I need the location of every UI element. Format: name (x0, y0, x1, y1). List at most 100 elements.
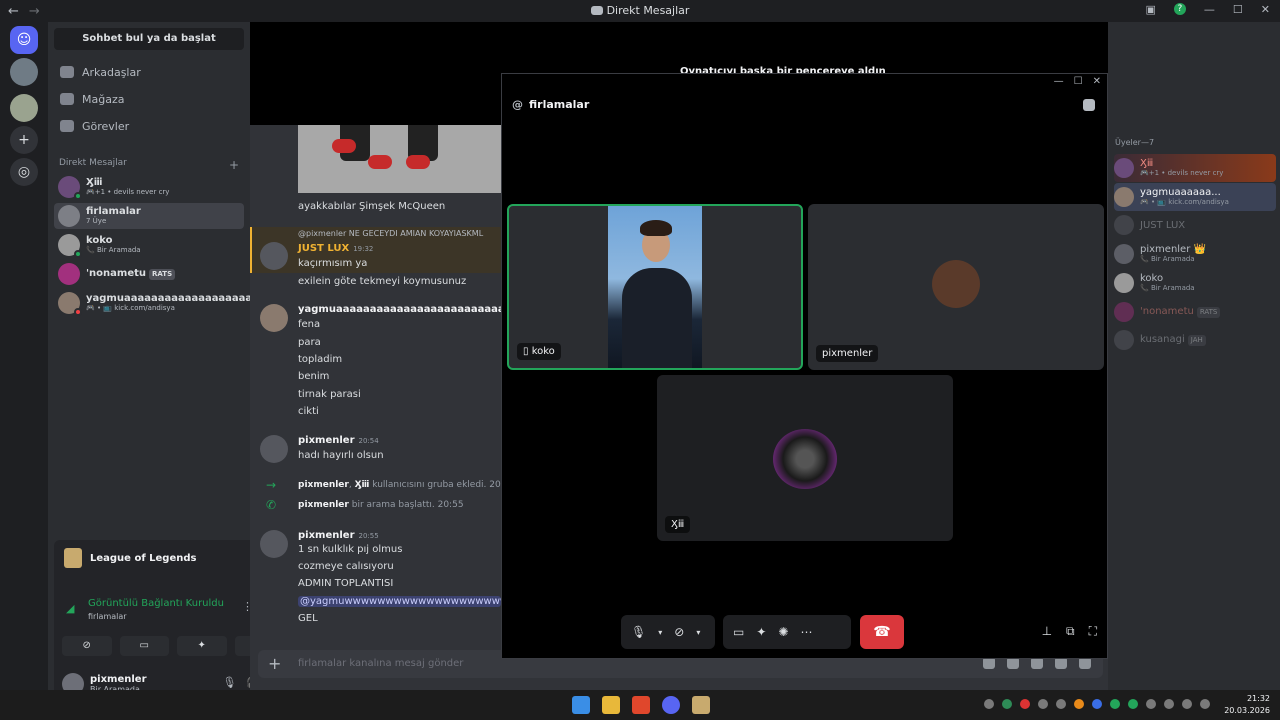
tray-icon[interactable] (1056, 699, 1066, 709)
message-avatar[interactable] (260, 242, 288, 270)
maximize-button[interactable]: ☐ (1074, 76, 1083, 87)
tray-icon[interactable] (1110, 699, 1120, 709)
minimize-button[interactable]: — (1204, 3, 1215, 16)
video-tile-xiii[interactable]: Ӽⅲ (657, 375, 953, 541)
chevron-down-icon[interactable]: ▾ (658, 628, 662, 637)
league-icon (64, 548, 82, 568)
status-dot (74, 308, 82, 316)
discord-taskbar-icon[interactable] (662, 696, 680, 714)
dm-item[interactable]: Ӽⅲ 🎮+1 • devils never cry (54, 174, 244, 200)
message-author[interactable]: pixmenler 20:54 (298, 435, 379, 446)
message-avatar[interactable] (260, 304, 288, 332)
brave-browser-icon[interactable] (632, 696, 650, 714)
video-tile-koko[interactable]: ▯ koko (507, 204, 803, 370)
message-author[interactable]: pixmenler 20:55 (298, 530, 379, 541)
microphone-icon[interactable]: 🎙 (631, 625, 646, 639)
league-taskbar-icon[interactable] (692, 696, 710, 714)
volume-icon[interactable] (1182, 699, 1192, 709)
screen-share-button[interactable]: ▭ (119, 636, 169, 656)
soundboard-icon[interactable]: ✺ (778, 625, 788, 639)
tray-icon[interactable] (1146, 699, 1156, 709)
close-button[interactable]: ✕ (1093, 76, 1101, 87)
pin-icon[interactable]: ⊥ (1042, 624, 1052, 639)
dm-item[interactable]: 'nonametu RATS (54, 261, 244, 287)
member-item[interactable]: 'nonametu RATS (1114, 298, 1276, 326)
nav-shop[interactable]: Mağaza (54, 87, 244, 111)
message-text: cikti (298, 406, 319, 417)
more-options-icon[interactable]: ⋯ (800, 625, 812, 639)
windows-start-icon[interactable] (572, 696, 590, 714)
tile-avatar (773, 429, 837, 489)
message-avatar[interactable] (260, 435, 288, 463)
nav-quests[interactable]: Görevler (54, 114, 244, 138)
add-server-icon[interactable]: + (10, 126, 38, 154)
member-item[interactable]: pixmenler 👑 📞 Bir Aramada (1114, 240, 1276, 268)
message-avatar[interactable] (260, 530, 288, 558)
tray-icon[interactable] (1038, 699, 1048, 709)
member-item[interactable]: koko 📞 Bir Aramada (1114, 269, 1276, 297)
nav-friends[interactable]: Arkadaşlar (54, 60, 244, 84)
message-text: fena (298, 319, 321, 330)
file-explorer-icon[interactable] (602, 696, 620, 714)
user-mention[interactable]: @yagmuwwwwwwwwwwwwwwwwwwwwwwww (298, 596, 501, 607)
call-action-controls: ▭ ✦ ✺ ⋯ (723, 615, 851, 649)
avatar (58, 234, 82, 258)
home-discord-icon[interactable]: ☺ (10, 26, 38, 54)
tray-icon[interactable] (1002, 699, 1012, 709)
member-item[interactable]: Ӽⅲ 🎮+1 • devils never cry (1114, 154, 1276, 182)
member-item[interactable]: JUST LUX (1114, 211, 1276, 239)
server-avatar-1[interactable] (10, 58, 38, 86)
minimize-button[interactable]: — (1054, 76, 1064, 87)
sys-actor[interactable]: pixmenler (298, 500, 349, 510)
dm-item-active[interactable]: firlamalar 7 Üye (54, 203, 244, 229)
member-name: Ӽⅲ (1140, 158, 1154, 169)
attach-plus-icon[interactable]: + (268, 654, 281, 673)
camera-off-button[interactable]: ⊘ (62, 636, 112, 656)
sys-actor[interactable]: pixmenler (298, 480, 349, 490)
tray-icon[interactable] (1128, 699, 1138, 709)
camera-off-icon[interactable]: ⊘ (674, 625, 684, 639)
discover-icon[interactable]: ◎ (10, 158, 38, 186)
dm-item[interactable]: yagmuaaaaaaaaaaaaaaaaaaaa... 🎮 • 📺 kick.c… (54, 290, 270, 316)
reply-preview[interactable]: @pixmenler NE GECEYDI AMIAN KOYAYIASKML (298, 229, 501, 238)
taskbar-clock[interactable]: 21:32 20.03.2026 (1224, 693, 1270, 717)
battery-icon[interactable] (1200, 699, 1210, 709)
help-icon[interactable]: ? (1173, 3, 1186, 15)
microphone-icon[interactable]: 🎙 (222, 676, 236, 689)
system-message-add: pixmenler, Ӽⅲ kullanıcısını gruba ekledi… (298, 480, 501, 490)
tray-icon[interactable] (1074, 699, 1084, 709)
timestamp: 20:55 (437, 500, 464, 510)
screen-share-icon[interactable]: ▭ (733, 625, 744, 639)
end-call-button[interactable]: ☎ (860, 615, 904, 649)
maximize-button[interactable]: ☐ (1233, 3, 1243, 16)
tray-icon[interactable] (984, 699, 994, 709)
image-attachment[interactable] (298, 125, 503, 193)
video-tile-pixmenler[interactable]: pixmenler (808, 204, 1104, 370)
close-button[interactable]: ✕ (1261, 3, 1270, 16)
member-sub: 📞 Bir Aramada (1140, 284, 1195, 292)
server-bar: ☺ + ◎ (0, 22, 48, 690)
tray-icon[interactable] (1092, 699, 1102, 709)
game-name: League of Legends (90, 552, 197, 564)
dm-name: firlamalar (86, 206, 141, 217)
inbox-icon[interactable]: ▣ (1146, 3, 1156, 16)
tray-icon[interactable] (1020, 699, 1030, 709)
dm-item[interactable]: koko 📞 Bir Aramada (54, 232, 244, 258)
server-avatar-2[interactable] (10, 94, 38, 122)
sys-target[interactable]: Ӽⅲ (355, 480, 370, 490)
member-item[interactable]: kusanagi JAH (1114, 326, 1276, 354)
find-conversation-button[interactable]: Sohbet bul ya da başlat (54, 28, 244, 50)
sys-text: kullanıcısını gruba ekledi. (372, 480, 487, 490)
activities-button[interactable]: ✦ (177, 636, 227, 656)
tile-avatar (932, 260, 980, 308)
member-item[interactable]: yagmuaaaaaa... 🎮 • 📺 kick.com/andisya (1114, 183, 1276, 211)
activities-icon[interactable]: ✦ (756, 625, 766, 639)
wifi-icon[interactable] (1164, 699, 1174, 709)
message-author[interactable]: yagmuaaaaaaaaaaaaaaaaaaaaaaaaaaaaaa (298, 304, 501, 315)
chat-toggle-icon[interactable] (1083, 99, 1095, 111)
message-author[interactable]: JUST LUX 19:32 (298, 243, 373, 254)
chevron-down-icon[interactable]: ▾ (696, 628, 700, 637)
fullscreen-icon[interactable]: ⛶ (1089, 624, 1097, 639)
popin-icon[interactable]: ⧉ (1066, 624, 1075, 639)
create-dm-icon[interactable]: + (229, 158, 239, 172)
